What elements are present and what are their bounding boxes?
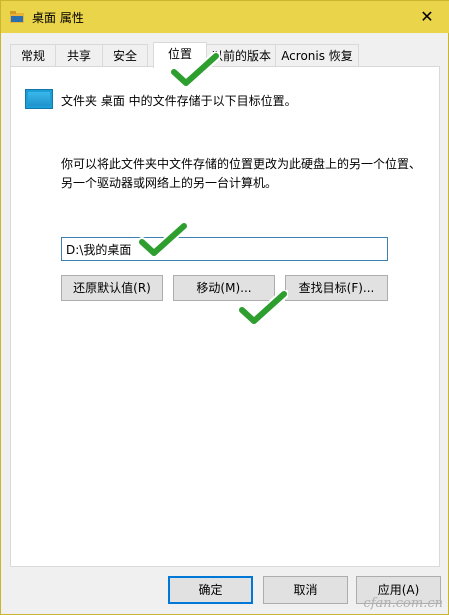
window-title: 桌面 属性 xyxy=(32,11,84,25)
tab-previous-versions[interactable]: 以前的版本 xyxy=(206,44,276,66)
location-description: 你可以将此文件夹中文件存储的位置更改为此硬盘上的另一个位置、另一个驱动器或网络上… xyxy=(61,157,422,190)
title-bar[interactable]: 桌面 属性 ✕ xyxy=(1,1,449,33)
tab-strip: 常规 共享 安全 位置 以前的版本 Acronis 恢复 xyxy=(10,42,430,68)
folder-path-input[interactable] xyxy=(61,237,388,261)
ok-button[interactable]: 确定 xyxy=(168,576,253,604)
tab-sharing[interactable]: 共享 xyxy=(55,44,103,66)
tab-acronis-recovery[interactable]: Acronis 恢复 xyxy=(275,44,359,66)
folder-icon xyxy=(10,11,24,23)
tab-security[interactable]: 安全 xyxy=(102,44,148,66)
watermark: cfan.com.cn xyxy=(363,596,443,611)
cancel-button[interactable]: 取消 xyxy=(263,576,348,604)
restore-default-button[interactable]: 还原默认值(R) xyxy=(61,275,163,301)
close-button[interactable]: ✕ xyxy=(404,1,449,33)
location-info-text: 文件夹 桌面 中的文件存储于以下目标位置。 xyxy=(61,94,297,108)
tab-general[interactable]: 常规 xyxy=(10,44,56,66)
tab-location[interactable]: 位置 xyxy=(153,42,207,68)
find-target-button[interactable]: 查找目标(F)... xyxy=(285,275,388,301)
desktop-folder-icon xyxy=(25,89,53,109)
move-button[interactable]: 移动(M)... xyxy=(173,275,275,301)
location-panel: 文件夹 桌面 中的文件存储于以下目标位置。 你可以将此文件夹中文件存储的位置更改… xyxy=(10,66,440,567)
properties-window: 桌面 属性 ✕ 常规 共享 安全 位置 以前的版本 Acronis 恢复 文件夹… xyxy=(0,0,449,615)
close-icon: ✕ xyxy=(420,7,434,26)
